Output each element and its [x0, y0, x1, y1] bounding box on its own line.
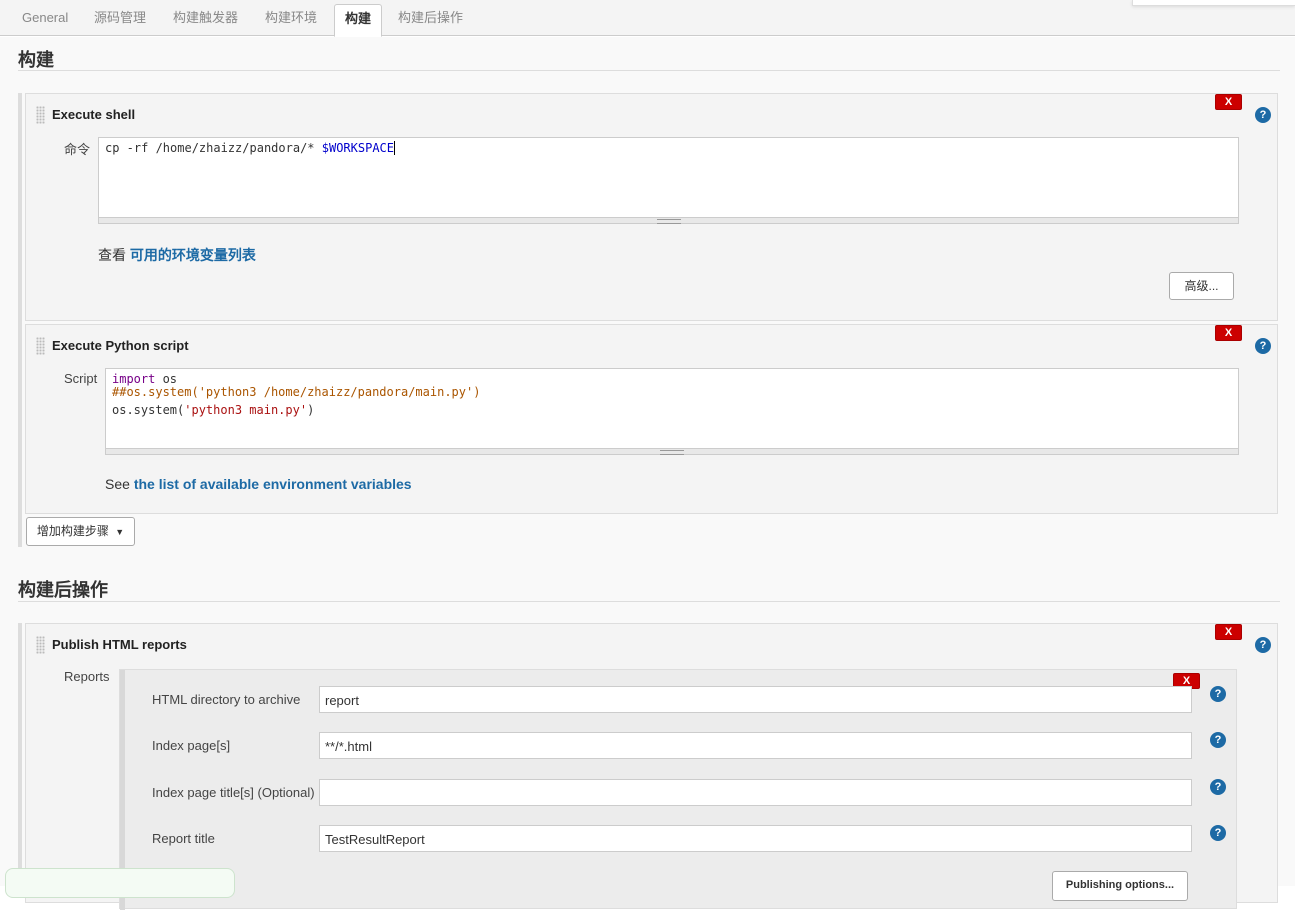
delete-step-button[interactable]: X [1215, 624, 1242, 640]
index-pages-label: Index page[s] [152, 738, 231, 753]
html-directory-label: HTML directory to archive [152, 692, 301, 707]
section-divider [18, 70, 1280, 71]
editor-resize-handle[interactable] [106, 448, 1238, 455]
delete-step-button[interactable]: X [1215, 325, 1242, 341]
index-pages-input[interactable]: **/*.html [319, 732, 1192, 759]
code-string: 'python3 main.py' [184, 403, 308, 417]
command-text: cp -rf /home/zhaizz/pandora/* [105, 141, 322, 155]
publish-html-reports-step: Publish HTML reports X ? Reports X HTML … [25, 623, 1278, 910]
step-title: Publish HTML reports [52, 637, 187, 652]
tab-build-environment[interactable]: 构建环境 [255, 4, 327, 36]
caret-down-icon: ▼ [115, 527, 125, 537]
report-title-input[interactable]: TestResultReport [319, 825, 1192, 852]
html-directory-input[interactable]: report [319, 686, 1192, 713]
delete-step-button[interactable]: X [1215, 94, 1242, 110]
help-icon[interactable]: ? [1255, 107, 1271, 123]
tab-post-build-actions[interactable]: 构建后操作 [388, 4, 473, 36]
command-editor[interactable]: cp -rf /home/zhaizz/pandora/* $WORKSPACE [98, 137, 1239, 224]
script-editor[interactable]: import os ##os.system('python3 /home/zha… [105, 368, 1239, 455]
drag-handle-icon[interactable] [36, 106, 45, 124]
help-icon[interactable]: ? [1210, 779, 1226, 795]
env-vars-line: 查看 可用的环境变量列表 [98, 245, 256, 265]
help-icon[interactable]: ? [1255, 338, 1271, 354]
code-text: os [155, 372, 178, 386]
env-vars-prefix: 查看 [98, 247, 130, 263]
code-text: os.system( [112, 403, 185, 417]
code-comment: ##os.system('python3 /home/zhaizz/pandor… [112, 384, 481, 399]
execute-shell-step: Execute shell X ? 命令 cp -rf /home/zhaizz… [25, 93, 1278, 321]
post-build-section-title: 构建后操作 [18, 580, 108, 600]
index-page-titles-label: Index page title[s] (Optional) [152, 785, 315, 800]
help-icon[interactable]: ? [1210, 686, 1226, 702]
index-page-titles-input[interactable] [319, 779, 1192, 806]
command-label: 命令 [64, 142, 91, 157]
tab-build-triggers[interactable]: 构建触发器 [163, 4, 248, 36]
report-entry: X HTML directory to archive report ? Ind… [119, 669, 1237, 910]
env-vars-prefix: See [105, 476, 134, 492]
env-vars-line: See the list of available environment va… [105, 476, 412, 492]
advanced-button[interactable]: 高级... [1169, 272, 1234, 300]
editor-resize-handle[interactable] [99, 217, 1238, 224]
build-section-title: 构建 [18, 50, 54, 70]
add-build-step-button[interactable]: 增加构建步骤 ▼ [26, 517, 135, 546]
help-icon[interactable]: ? [1210, 732, 1226, 748]
tab-source-code-management[interactable]: 源码管理 [84, 4, 156, 36]
add-build-step-label: 增加构建步骤 [36, 524, 109, 538]
help-icon[interactable]: ? [1210, 825, 1226, 841]
env-vars-link[interactable]: the list of available environment variab… [134, 476, 412, 492]
build-steps-bar [18, 93, 22, 547]
code-keyword: import [112, 372, 156, 386]
notification-bar [5, 868, 235, 898]
tab-build[interactable]: 构建 [334, 4, 383, 37]
section-divider [18, 601, 1280, 602]
report-title-label: Report title [152, 831, 215, 846]
drag-handle-icon[interactable] [36, 636, 45, 654]
command-variable: $WORKSPACE [321, 141, 394, 155]
reports-label: Reports [64, 669, 110, 684]
help-icon[interactable]: ? [1255, 637, 1271, 653]
execute-python-step: Execute Python script X ? Script import … [25, 324, 1278, 514]
env-vars-link[interactable]: 可用的环境变量列表 [130, 247, 256, 263]
tab-general[interactable]: General [12, 4, 78, 36]
config-tab-bar: General 源码管理 构建触发器 构建环境 构建 构建后操作 [0, 0, 1295, 37]
text-cursor [394, 141, 395, 155]
drag-handle-icon[interactable] [36, 337, 45, 355]
dropdown-edge [1132, 0, 1295, 6]
code-text: ) [307, 403, 315, 417]
post-build-steps-bar [18, 623, 22, 886]
script-label: Script [64, 371, 98, 386]
step-title: Execute Python script [52, 338, 189, 353]
step-title: Execute shell [52, 107, 136, 122]
publishing-options-button[interactable]: Publishing options... [1052, 871, 1188, 901]
